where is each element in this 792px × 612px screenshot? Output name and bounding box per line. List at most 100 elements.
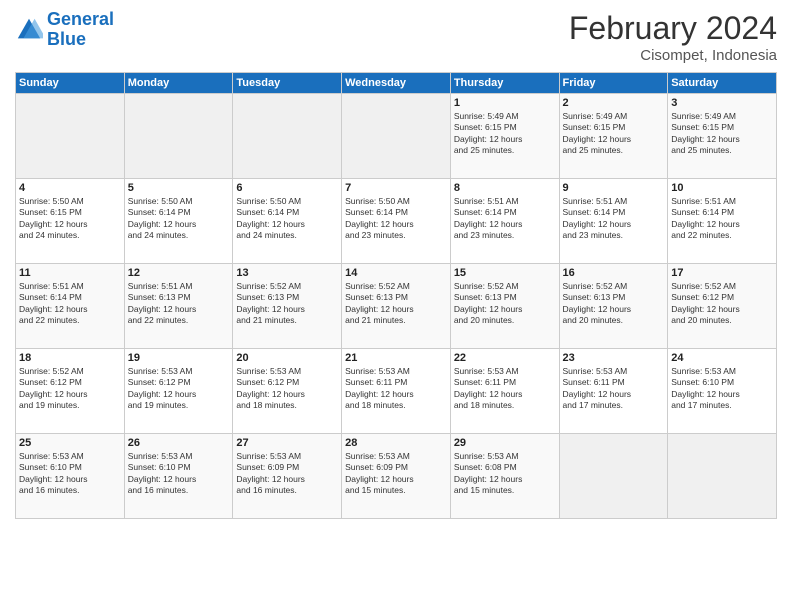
day-number: 21 — [345, 352, 447, 364]
day-info: Sunrise: 5:53 AM Sunset: 6:12 PM Dayligh… — [236, 366, 338, 412]
day-number: 25 — [19, 437, 121, 449]
day-number: 13 — [236, 267, 338, 279]
calendar-cell: 13Sunrise: 5:52 AM Sunset: 6:13 PM Dayli… — [233, 264, 342, 349]
day-number: 23 — [563, 352, 665, 364]
calendar-cell: 6 Sunrise: 5:50 AM Sunset: 6:14 PM Daylig… — [233, 179, 342, 264]
calendar-cell: 29 Sunrise: 5:53 AM Sunset: 6:08 PM Dayli… — [450, 434, 559, 519]
day-number: 17 — [671, 267, 773, 279]
day-number: 8 — [454, 182, 556, 194]
calendar-cell: 28 Sunrise: 5:53 AM Sunset: 6:09 PM Dayli… — [342, 434, 451, 519]
logo: General Blue — [15, 10, 114, 50]
calendar-cell: 26 Sunrise: 5:53 AM Sunset: 6:10 PM Dayli… — [124, 434, 233, 519]
week-row-2: 11 Sunrise: 5:51 AM Sunset: 6:14 PM Dayli… — [16, 264, 777, 349]
week-row-3: 18 Sunrise: 5:52 AM Sunset: 6:12 PM Dayli… — [16, 349, 777, 434]
day-info: Sunrise: 5:53 AM Sunset: 6:11 PM Dayligh… — [345, 366, 447, 412]
calendar-cell: 19 Sunrise: 5:53 AM Sunset: 6:12 PM Dayli… — [124, 349, 233, 434]
calendar-cell: 5 Sunrise: 5:50 AM Sunset: 6:14 PM Daylig… — [124, 179, 233, 264]
day-info: Sunrise: 5:50 AM Sunset: 6:14 PM Dayligh… — [236, 196, 338, 242]
calendar-cell — [342, 94, 451, 179]
calendar-cell: 17 Sunrise: 5:52 AM Sunset: 6:12 PM Dayli… — [668, 264, 777, 349]
day-number: 10 — [671, 182, 773, 194]
calendar-cell — [124, 94, 233, 179]
day-number: 24 — [671, 352, 773, 364]
calendar-cell: 27 Sunrise: 5:53 AM Sunset: 6:09 PM Dayli… — [233, 434, 342, 519]
calendar-cell: 4 Sunrise: 5:50 AM Sunset: 6:15 PM Daylig… — [16, 179, 125, 264]
day-info: Sunrise: 5:53 AM Sunset: 6:10 PM Dayligh… — [128, 451, 230, 497]
page: General Blue February 2024 Cisompet, Ind… — [0, 0, 792, 612]
day-info: Sunrise: 5:53 AM Sunset: 6:09 PM Dayligh… — [345, 451, 447, 497]
day-number: 29 — [454, 437, 556, 449]
day-info: Sunrise: 5:53 AM Sunset: 6:08 PM Dayligh… — [454, 451, 556, 497]
day-info: Sunrise: 5:51 AM Sunset: 6:14 PM Dayligh… — [671, 196, 773, 242]
header: General Blue February 2024 Cisompet, Ind… — [15, 10, 777, 64]
day-number: 5 — [128, 182, 230, 194]
calendar-cell — [668, 434, 777, 519]
day-info: Sunrise: 5:51 AM Sunset: 6:14 PM Dayligh… — [19, 281, 121, 327]
calendar-cell: 25 Sunrise: 5:53 AM Sunset: 6:10 PM Dayli… — [16, 434, 125, 519]
logo-text: General Blue — [47, 10, 114, 50]
day-header-saturday: Saturday — [668, 73, 777, 94]
day-info: Sunrise: 5:52 AM Sunset: 6:13 PM Dayligh… — [454, 281, 556, 327]
calendar-cell: 11 Sunrise: 5:51 AM Sunset: 6:14 PM Dayli… — [16, 264, 125, 349]
day-info: Sunrise: 5:53 AM Sunset: 6:09 PM Dayligh… — [236, 451, 338, 497]
day-info: Sunrise: 5:52 AM Sunset: 6:12 PM Dayligh… — [671, 281, 773, 327]
day-info: Sunrise: 5:52 AM Sunset: 6:13 PM Dayligh… — [345, 281, 447, 327]
logo-line1: General — [47, 9, 114, 29]
day-header-thursday: Thursday — [450, 73, 559, 94]
week-row-1: 4 Sunrise: 5:50 AM Sunset: 6:15 PM Daylig… — [16, 179, 777, 264]
day-number: 3 — [671, 97, 773, 109]
day-header-monday: Monday — [124, 73, 233, 94]
day-number: 1 — [454, 97, 556, 109]
day-info: Sunrise: 5:52 AM Sunset: 6:12 PM Dayligh… — [19, 366, 121, 412]
day-number: 11 — [19, 267, 121, 279]
day-number: 26 — [128, 437, 230, 449]
day-info: Sunrise: 5:49 AM Sunset: 6:15 PM Dayligh… — [671, 111, 773, 157]
logo-line2: Blue — [47, 29, 86, 49]
day-header-sunday: Sunday — [16, 73, 125, 94]
calendar-cell — [233, 94, 342, 179]
calendar-cell: 18 Sunrise: 5:52 AM Sunset: 6:12 PM Dayli… — [16, 349, 125, 434]
day-info: Sunrise: 5:52 AM Sunset: 6:13 PM Dayligh… — [563, 281, 665, 327]
day-number: 9 — [563, 182, 665, 194]
calendar-cell — [559, 434, 668, 519]
week-row-4: 25 Sunrise: 5:53 AM Sunset: 6:10 PM Dayli… — [16, 434, 777, 519]
day-header-tuesday: Tuesday — [233, 73, 342, 94]
day-info: Sunrise: 5:53 AM Sunset: 6:11 PM Dayligh… — [454, 366, 556, 412]
day-number: 16 — [563, 267, 665, 279]
calendar-table: SundayMondayTuesdayWednesdayThursdayFrid… — [15, 72, 777, 519]
calendar-cell: 9Sunrise: 5:51 AM Sunset: 6:14 PM Daylig… — [559, 179, 668, 264]
day-number: 28 — [345, 437, 447, 449]
logo-icon — [15, 16, 43, 44]
calendar-cell: 15 Sunrise: 5:52 AM Sunset: 6:13 PM Dayli… — [450, 264, 559, 349]
day-number: 22 — [454, 352, 556, 364]
calendar-cell: 3 Sunrise: 5:49 AM Sunset: 6:15 PM Daylig… — [668, 94, 777, 179]
day-header-wednesday: Wednesday — [342, 73, 451, 94]
day-info: Sunrise: 5:50 AM Sunset: 6:14 PM Dayligh… — [128, 196, 230, 242]
title-block: February 2024 Cisompet, Indonesia — [569, 10, 777, 64]
calendar-cell — [16, 94, 125, 179]
day-number: 19 — [128, 352, 230, 364]
day-info: Sunrise: 5:50 AM Sunset: 6:15 PM Dayligh… — [19, 196, 121, 242]
calendar-cell: 10 Sunrise: 5:51 AM Sunset: 6:14 PM Dayli… — [668, 179, 777, 264]
day-info: Sunrise: 5:53 AM Sunset: 6:10 PM Dayligh… — [671, 366, 773, 412]
calendar-cell: 22 Sunrise: 5:53 AM Sunset: 6:11 PM Dayli… — [450, 349, 559, 434]
calendar-title: February 2024 — [569, 10, 777, 47]
day-number: 7 — [345, 182, 447, 194]
week-row-0: 1 Sunrise: 5:49 AM Sunset: 6:15 PM Daylig… — [16, 94, 777, 179]
day-number: 27 — [236, 437, 338, 449]
day-number: 4 — [19, 182, 121, 194]
day-info: Sunrise: 5:53 AM Sunset: 6:10 PM Dayligh… — [19, 451, 121, 497]
day-number: 20 — [236, 352, 338, 364]
day-info: Sunrise: 5:49 AM Sunset: 6:15 PM Dayligh… — [454, 111, 556, 157]
day-info: Sunrise: 5:51 AM Sunset: 6:13 PM Dayligh… — [128, 281, 230, 327]
day-info: Sunrise: 5:53 AM Sunset: 6:12 PM Dayligh… — [128, 366, 230, 412]
day-number: 18 — [19, 352, 121, 364]
day-number: 12 — [128, 267, 230, 279]
day-number: 6 — [236, 182, 338, 194]
calendar-cell: 16 Sunrise: 5:52 AM Sunset: 6:13 PM Dayli… — [559, 264, 668, 349]
day-number: 15 — [454, 267, 556, 279]
calendar-cell: 7Sunrise: 5:50 AM Sunset: 6:14 PM Daylig… — [342, 179, 451, 264]
day-number: 2 — [563, 97, 665, 109]
calendar-subtitle: Cisompet, Indonesia — [569, 47, 777, 64]
calendar-cell: 2Sunrise: 5:49 AM Sunset: 6:15 PM Daylig… — [559, 94, 668, 179]
